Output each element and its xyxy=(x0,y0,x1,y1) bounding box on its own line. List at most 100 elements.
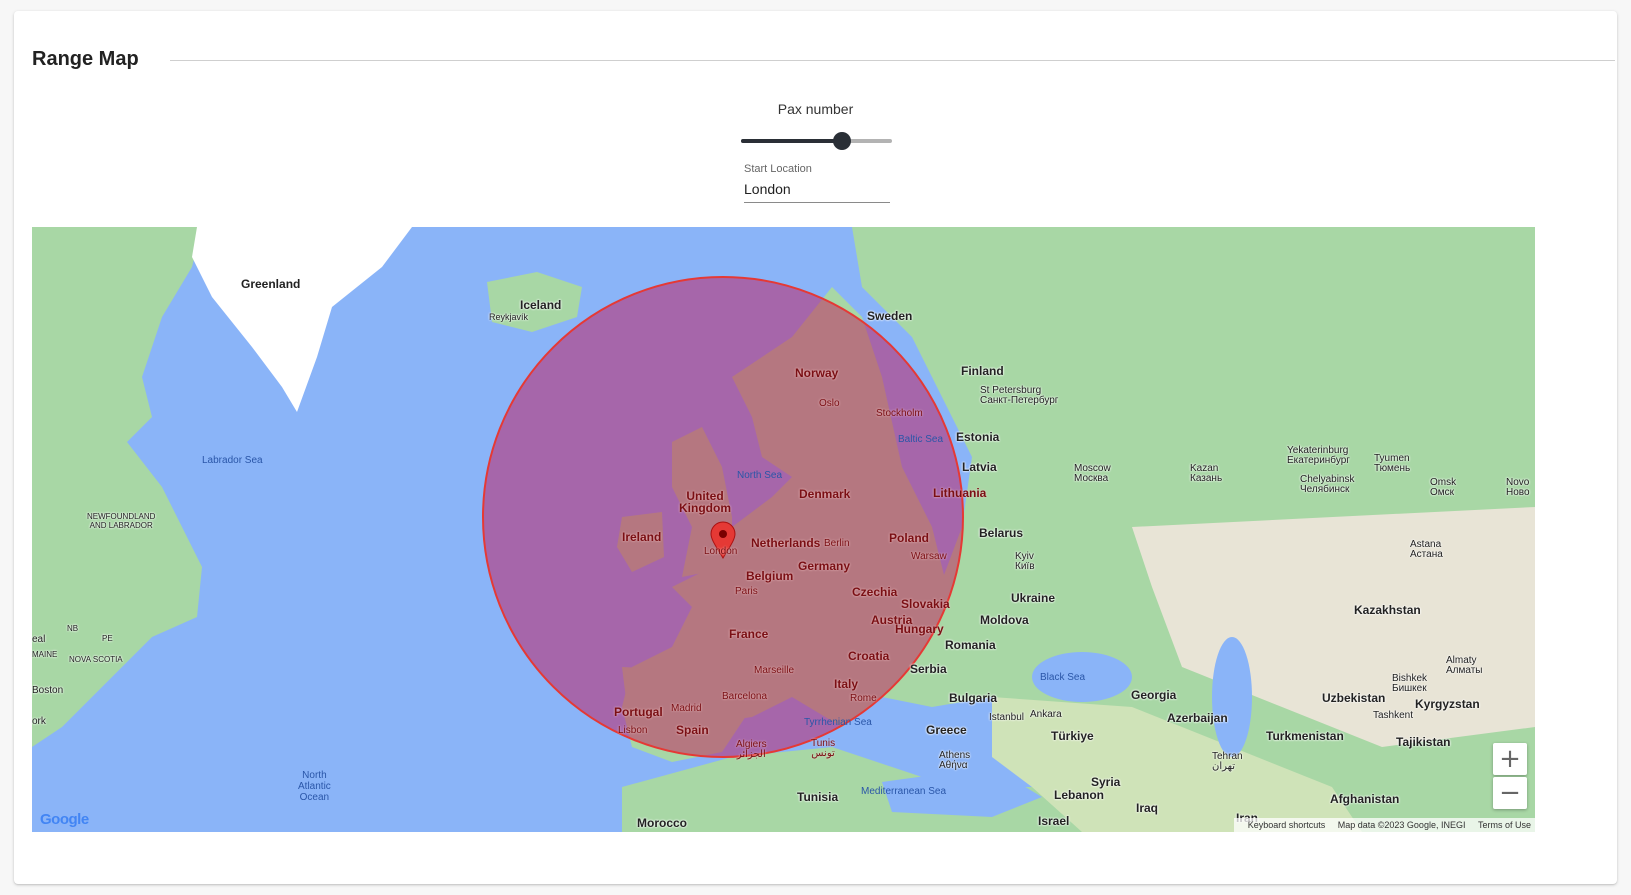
google-logo-text: Google xyxy=(40,811,89,828)
map-label-france: France xyxy=(729,627,769,641)
map-label-netherlands: Netherlands xyxy=(751,536,821,550)
map-label-berlin: Berlin xyxy=(824,538,850,549)
map-label-paris: Paris xyxy=(735,586,758,597)
map-label-moscow: Moscow Москва xyxy=(1074,463,1111,484)
map-label-rome: Rome xyxy=(850,693,877,704)
map-label-lithuania: Lithuania xyxy=(933,486,987,500)
zoom-out-button[interactable]: − xyxy=(1493,777,1527,809)
map-label-london: London xyxy=(704,546,738,557)
map-label-norway: Norway xyxy=(795,366,839,380)
map-label-uk: United Kingdom xyxy=(679,489,731,515)
map-label-labrador-sea: Labrador Sea xyxy=(202,455,263,466)
map-label-nb: NB xyxy=(67,624,79,633)
map-label-omsk: Omsk Омск xyxy=(1430,477,1457,498)
map-label-iceland: Iceland xyxy=(520,298,562,312)
map-label-kyrgyzstan: Kyrgyzstan xyxy=(1415,697,1480,711)
pax-number-label: Pax number xyxy=(777,101,854,117)
map-label-tajikistan: Tajikistan xyxy=(1396,735,1451,749)
map-label-moldova: Moldova xyxy=(980,613,1029,627)
google-logo: Google xyxy=(40,811,89,828)
map-label-bishkek: Bishkek Бишкек xyxy=(1392,673,1428,694)
map-label-algiers: Algiers الجزائر xyxy=(736,739,767,760)
slider-track xyxy=(741,139,843,143)
map-label-tyumen: Tyumen Тюмень xyxy=(1374,453,1411,474)
map-label-marseille: Marseille xyxy=(754,665,795,676)
map-label-sweden: Sweden xyxy=(867,309,913,323)
map-label-tehran: Tehran تهران xyxy=(1212,751,1243,772)
map-label-reykjavik: Reykjavík xyxy=(489,312,529,322)
map-label-tunis: Tunis تونس xyxy=(811,738,836,759)
range-circle xyxy=(482,276,964,758)
map-label-warsaw: Warsaw xyxy=(911,551,947,562)
map-label-romania: Romania xyxy=(945,638,996,652)
map-label-serbia: Serbia xyxy=(910,662,947,676)
map-label-maine: MAINE xyxy=(32,650,58,659)
map-label-mediterranean-sea: Mediterranean Sea xyxy=(861,786,947,797)
map-label-madrid: Madrid xyxy=(671,703,702,714)
map-label-tunisia: Tunisia xyxy=(797,790,839,804)
map-label-ireland: Ireland xyxy=(622,530,662,544)
map-label-denmark: Denmark xyxy=(799,487,851,501)
map-label-poland: Poland xyxy=(889,531,930,545)
map-label-croatia: Croatia xyxy=(848,649,890,663)
map-label-chelyabinsk: Chelyabinsk Челябинск xyxy=(1300,474,1355,495)
map-label-north-sea: North Sea xyxy=(737,470,783,481)
map-label-belgium: Belgium xyxy=(746,569,794,583)
map-label-tashkent: Tashkent xyxy=(1373,710,1414,721)
map-label-black-sea: Black Sea xyxy=(1040,672,1086,683)
map-label-bulgaria: Bulgaria xyxy=(949,691,998,705)
map-label-italy: Italy xyxy=(834,677,859,691)
map-label-oslo: Oslo xyxy=(819,398,840,409)
page-title: Range Map xyxy=(32,48,139,70)
map-label-azerbaijan: Azerbaijan xyxy=(1167,711,1228,725)
map-label-uzbekistan: Uzbekistan xyxy=(1322,691,1386,705)
map-label-germany: Germany xyxy=(798,559,851,573)
map-label-astana: Astana Астана xyxy=(1410,539,1443,560)
map-label-spain: Spain xyxy=(676,723,709,737)
map-label-boston: Boston xyxy=(32,685,64,696)
map-label-st-petersburg: St Petersburg Санкт-Петербург xyxy=(980,385,1059,406)
map-label-hungary: Hungary xyxy=(895,622,944,636)
map-label-lisbon: Lisbon xyxy=(618,725,648,736)
map-attribution: Keyboard shortcuts Map data ©2023 Google… xyxy=(1233,818,1535,832)
keyboard-shortcuts-link[interactable]: Keyboard shortcuts xyxy=(1248,820,1326,830)
map-label-istanbul: Istanbul xyxy=(989,712,1025,723)
map-label-czechia: Czechia xyxy=(852,585,898,599)
map-label-ork: ork xyxy=(32,716,46,727)
zoom-in-button[interactable]: + xyxy=(1493,743,1527,775)
map-label-kazan: Kazan Казань xyxy=(1190,463,1223,484)
map-label-kazakhstan: Kazakhstan xyxy=(1354,603,1421,617)
map-label-almaty: Almaty Алматы xyxy=(1446,655,1483,676)
title-divider xyxy=(170,60,1615,61)
map-label-lebanon: Lebanon xyxy=(1054,788,1104,802)
range-map[interactable]: Greenland Iceland Reykjavík Sweden Norwa… xyxy=(32,227,1535,832)
map-label-turkmenistan: Turkmenistan xyxy=(1266,729,1344,743)
map-label-greece: Greece xyxy=(926,723,967,737)
map-label-afghanistan: Afghanistan xyxy=(1330,792,1400,806)
map-label-latvia: Latvia xyxy=(962,460,997,474)
map-label-slovakia: Slovakia xyxy=(901,597,950,611)
map-label-novo: Novo Ново xyxy=(1506,477,1530,498)
map-label-ukraine: Ukraine xyxy=(1011,591,1056,605)
map-label-athens: Athens Αθήνα xyxy=(939,750,971,771)
map-label-pe: PE xyxy=(102,634,113,643)
map-label-baltic-sea: Baltic Sea xyxy=(898,434,944,445)
pax-number-slider[interactable] xyxy=(741,131,892,151)
slider-thumb[interactable] xyxy=(833,132,852,150)
map-label-stockholm: Stockholm xyxy=(876,408,923,419)
map-label-ankara: Ankara xyxy=(1030,709,1062,720)
map-label-morocco: Morocco xyxy=(637,816,688,830)
map-label-kyiv: Kyiv Київ xyxy=(1015,551,1035,572)
map-label-syria: Syria xyxy=(1091,775,1121,789)
map-label-iraq: Iraq xyxy=(1136,801,1159,815)
map-label-israel: Israel xyxy=(1038,814,1070,828)
map-label-finland: Finland xyxy=(961,364,1004,378)
start-location-input[interactable] xyxy=(744,181,890,203)
map-label-nova-scotia: NOVA SCOTIA xyxy=(69,655,123,664)
map-label-yekaterinburg: Yekaterinburg Екатеринбург xyxy=(1287,445,1350,466)
map-label-turkiye: Türkiye xyxy=(1051,729,1094,743)
start-location-label: Start Location xyxy=(744,163,812,175)
terms-of-use-link[interactable]: Terms of Use xyxy=(1478,820,1531,830)
map-data-text: Map data ©2023 Google, INEGI xyxy=(1337,820,1466,830)
map-label-belarus: Belarus xyxy=(979,526,1024,540)
